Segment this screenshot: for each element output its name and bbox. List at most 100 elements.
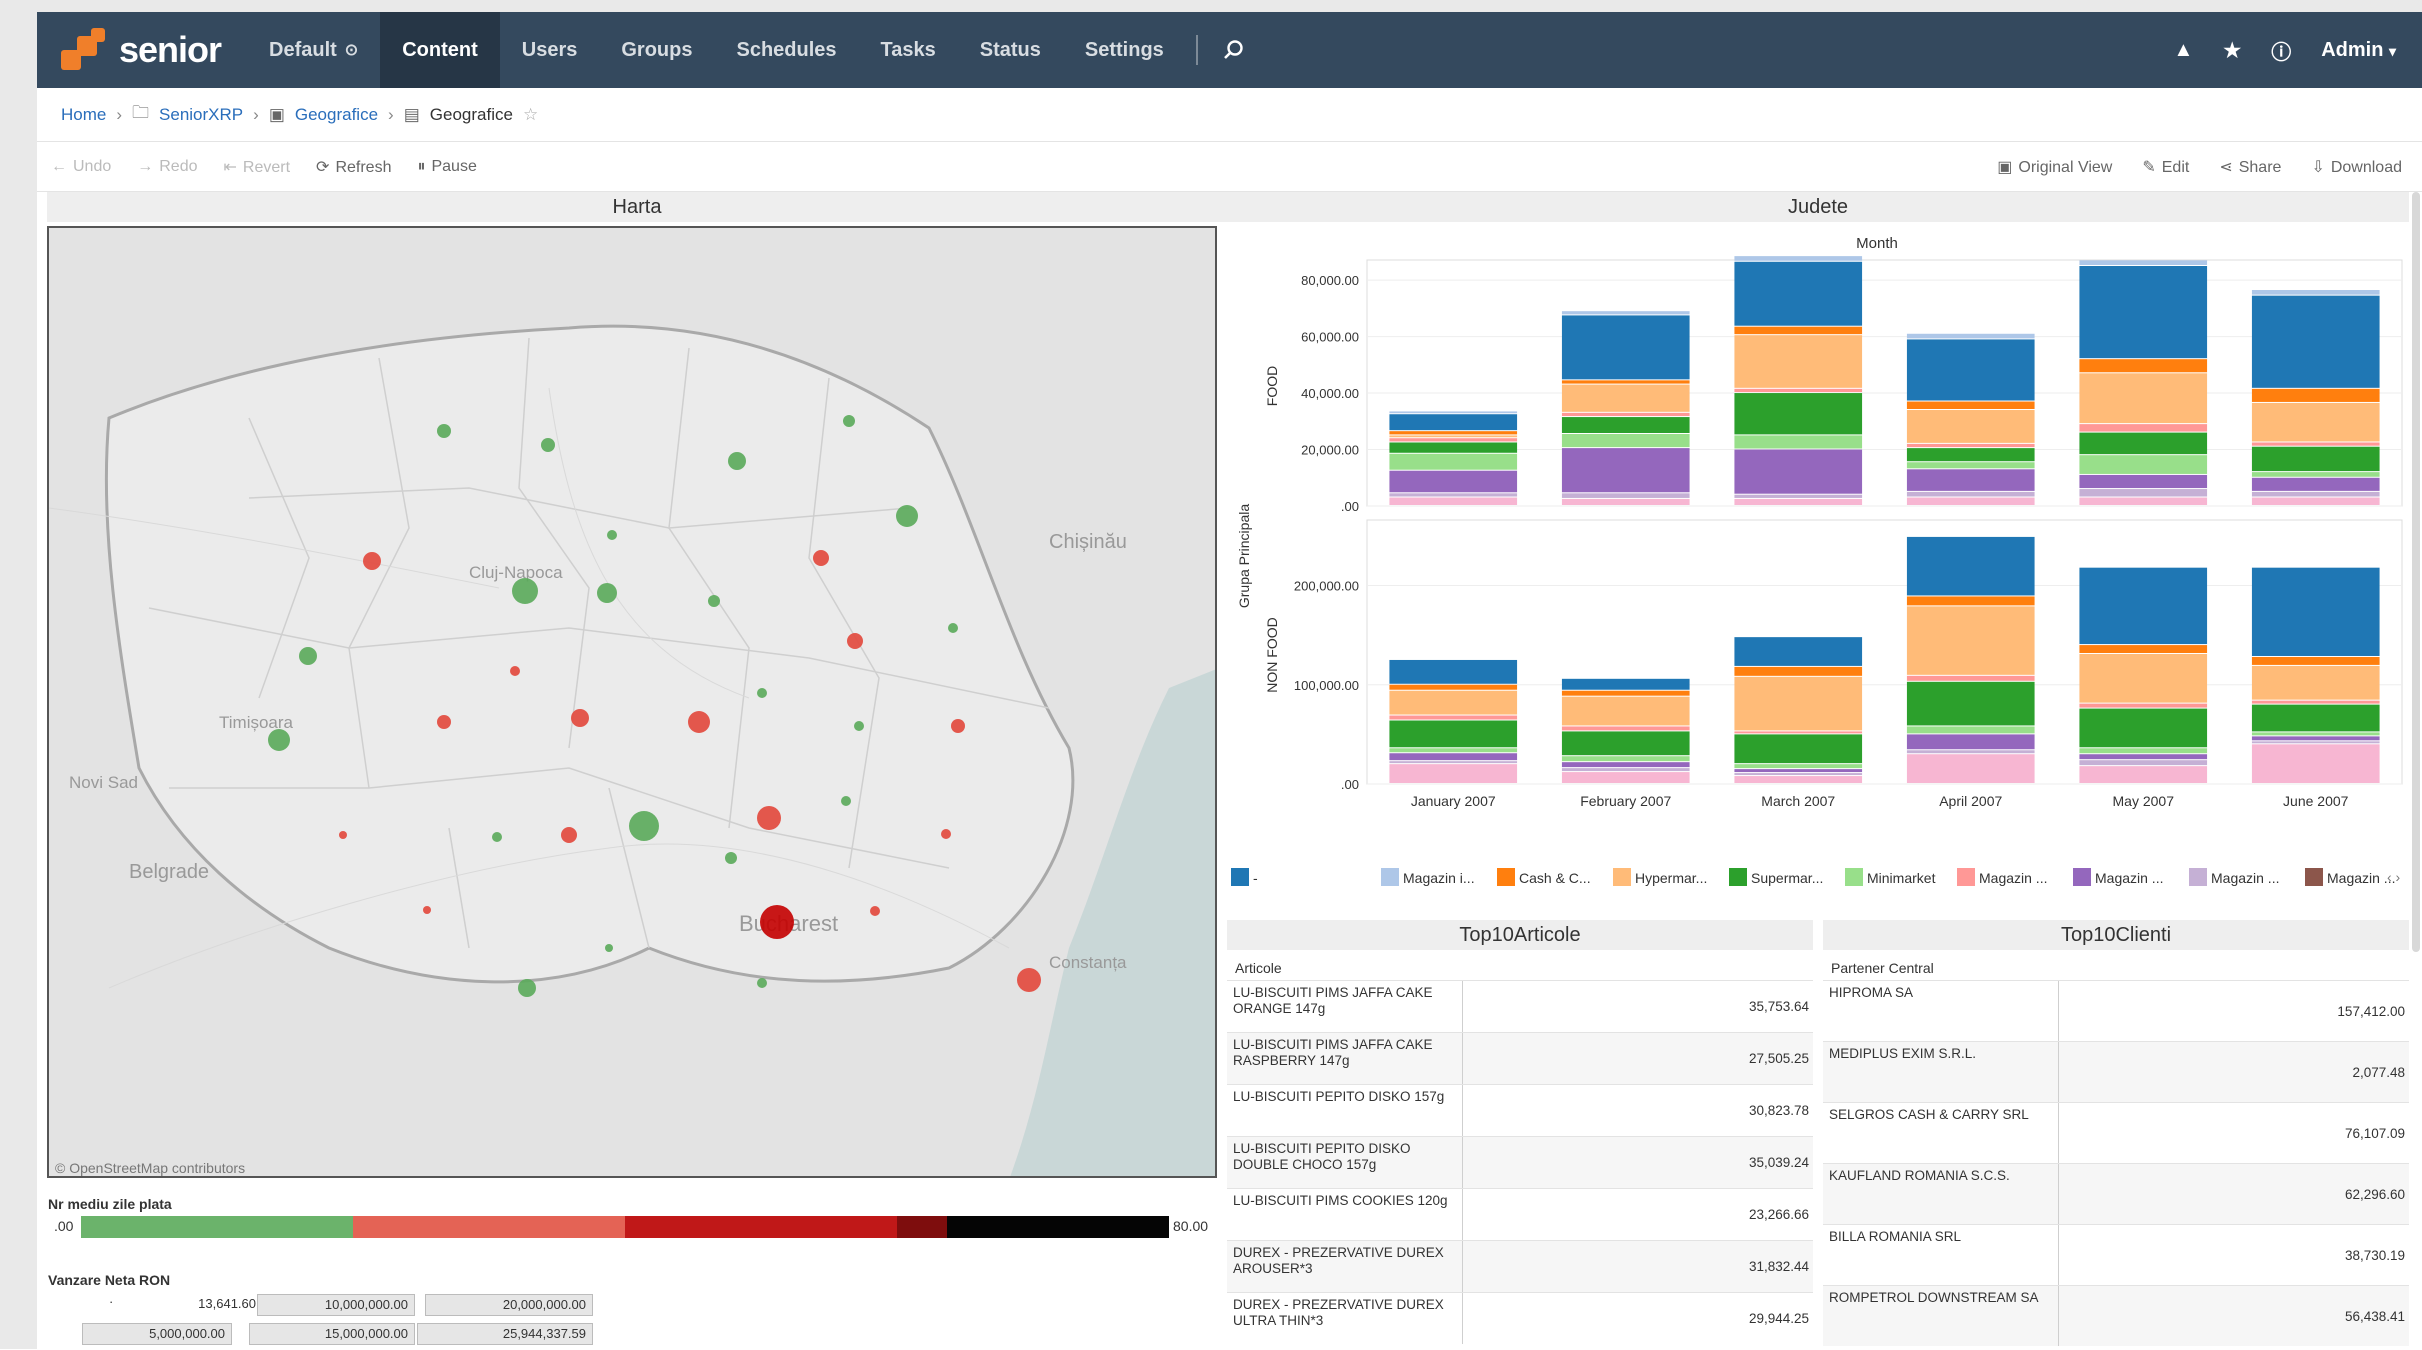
- bar-segment[interactable]: [2251, 741, 2380, 744]
- legend-label[interactable]: Magazin ...: [2095, 870, 2163, 886]
- map-marker[interactable]: [728, 452, 746, 470]
- bar-segment[interactable]: [1906, 675, 2035, 681]
- bar-segment[interactable]: [2079, 359, 2208, 373]
- bar-segment[interactable]: [2251, 744, 2380, 783]
- bar-segment[interactable]: [1561, 434, 1690, 448]
- bar-segment[interactable]: [1389, 453, 1518, 470]
- bar-segment[interactable]: [1906, 410, 2035, 443]
- breadcrumb-project[interactable]: SeniorXRP: [159, 105, 243, 125]
- bar-segment[interactable]: [1389, 748, 1518, 753]
- map-marker[interactable]: [518, 979, 536, 997]
- map-marker[interactable]: [423, 906, 431, 914]
- bar-segment[interactable]: [1734, 494, 1863, 498]
- legend-label[interactable]: Magazin ...: [1979, 870, 2047, 886]
- map-marker[interactable]: [541, 438, 555, 452]
- bar-segment[interactable]: [2251, 446, 2380, 472]
- bar-segment[interactable]: [2251, 290, 2380, 295]
- bar-segment[interactable]: [1561, 768, 1690, 772]
- table-row[interactable]: LU-BISCUITI PEPITO DISKO DOUBLE CHOCO 15…: [1227, 1136, 1813, 1188]
- bar-segment[interactable]: [2079, 424, 2208, 432]
- bar-segment[interactable]: [2079, 748, 2208, 754]
- bar-segment[interactable]: [1906, 750, 2035, 754]
- bar-segment[interactable]: [1561, 493, 1690, 498]
- bar-segment[interactable]: [2079, 766, 2208, 783]
- table-row[interactable]: SELGROS CASH & CARRY SRL 76,107.09: [1823, 1102, 2409, 1163]
- pause-button[interactable]: ⏸ Pause: [417, 158, 476, 176]
- bar-segment[interactable]: [1734, 731, 1863, 734]
- bar-segment[interactable]: [1906, 606, 2035, 675]
- favorite-star-icon[interactable]: ☆: [523, 105, 538, 125]
- legend-swatch[interactable]: [2073, 868, 2091, 886]
- map-marker[interactable]: [847, 633, 863, 649]
- bar-segment[interactable]: [1734, 498, 1863, 505]
- bar-segment[interactable]: [2079, 703, 2208, 708]
- map-marker[interactable]: [492, 832, 502, 842]
- bar-segment[interactable]: [1561, 696, 1690, 726]
- bar-segment[interactable]: [1734, 335, 1863, 388]
- map-marker[interactable]: [1017, 968, 1041, 992]
- bar-segment[interactable]: [1389, 761, 1518, 764]
- bar-segment[interactable]: [1906, 681, 2035, 726]
- map-marker[interactable]: [605, 944, 613, 952]
- bar-segment[interactable]: [1561, 498, 1690, 505]
- bar-segment[interactable]: [1734, 776, 1863, 783]
- legend-swatch[interactable]: [1729, 868, 1747, 886]
- bar-segment[interactable]: [1734, 256, 1863, 261]
- bar-segment[interactable]: [2251, 497, 2380, 505]
- map-marker[interactable]: [688, 711, 710, 733]
- map-marker[interactable]: [870, 906, 880, 916]
- bar-segment[interactable]: [1389, 753, 1518, 761]
- map-marker[interactable]: [561, 827, 577, 843]
- chart-canvas[interactable]: Month Grupa Principala FOOD 80,000.00 60,000…: [1227, 226, 2407, 926]
- bar-segment[interactable]: [1561, 690, 1690, 696]
- bar-segment[interactable]: [1561, 678, 1690, 690]
- map-marker[interactable]: [896, 505, 918, 527]
- bar-segment[interactable]: [1389, 442, 1518, 453]
- bar-segment[interactable]: [2251, 442, 2380, 446]
- bar-segment[interactable]: [1734, 326, 1863, 335]
- map-marker[interactable]: [299, 647, 317, 665]
- nav-default[interactable]: Default ⊙: [247, 12, 380, 88]
- bar-segment[interactable]: [1561, 417, 1690, 433]
- bar-segment[interactable]: [2079, 266, 2208, 359]
- bar-segment[interactable]: [2251, 295, 2380, 388]
- bar-segment[interactable]: [1734, 637, 1863, 666]
- table-row[interactable]: DUREX - PREZERVATIVE DUREX ULTRA THIN*3 2…: [1227, 1292, 1813, 1344]
- map-marker[interactable]: [725, 852, 737, 864]
- nav-content[interactable]: Content: [380, 12, 500, 88]
- legend-label[interactable]: Magazin i...: [1403, 870, 1475, 886]
- bar-segment[interactable]: [1734, 435, 1863, 449]
- bar-segment[interactable]: [1734, 388, 1863, 393]
- bar-segment[interactable]: [1561, 762, 1690, 768]
- table-row[interactable]: MEDIPLUS EXIM S.R.L. 2,077.48: [1823, 1041, 2409, 1102]
- map-marker[interactable]: [437, 715, 451, 729]
- table-row[interactable]: DUREX - PREZERVATIVE DUREX AROUSER*3 31,8…: [1227, 1240, 1813, 1292]
- map-marker[interactable]: [437, 424, 451, 438]
- bar-segment[interactable]: [1389, 414, 1518, 431]
- bar-segment[interactable]: [2079, 645, 2208, 654]
- bar-segment[interactable]: [1906, 333, 2035, 339]
- bar-segment[interactable]: [2079, 373, 2208, 424]
- bar-segment[interactable]: [1734, 666, 1863, 676]
- bar-segment[interactable]: [1906, 536, 2035, 596]
- bar-segment[interactable]: [2079, 455, 2208, 474]
- bar-segment[interactable]: [1906, 469, 2035, 491]
- legend-label[interactable]: Magazin ...: [2327, 870, 2395, 886]
- bar-segment[interactable]: [2251, 665, 2380, 700]
- map-marker[interactable]: [512, 578, 538, 604]
- legend-label[interactable]: Minimarket: [1867, 870, 1936, 886]
- breadcrumb-workbook[interactable]: Geografice: [295, 105, 378, 125]
- map-marker[interactable]: [708, 595, 720, 607]
- vertical-scrollbar[interactable]: [2412, 192, 2420, 952]
- bar-segment[interactable]: [2251, 704, 2380, 732]
- bar-segment[interactable]: [1906, 754, 2035, 783]
- bar-segment[interactable]: [2251, 736, 2380, 741]
- bar-segment[interactable]: [1561, 726, 1690, 731]
- bar-segment[interactable]: [2079, 754, 2208, 760]
- legend-label[interactable]: Supermar...: [1751, 870, 1823, 886]
- breadcrumb-home[interactable]: Home: [61, 105, 106, 125]
- legend-label[interactable]: -: [1253, 870, 1258, 886]
- bar-segment[interactable]: [1561, 311, 1690, 315]
- map-marker[interactable]: [268, 729, 290, 751]
- table-row[interactable]: KAUFLAND ROMANIA S.C.S. 62,296.60: [1823, 1163, 2409, 1224]
